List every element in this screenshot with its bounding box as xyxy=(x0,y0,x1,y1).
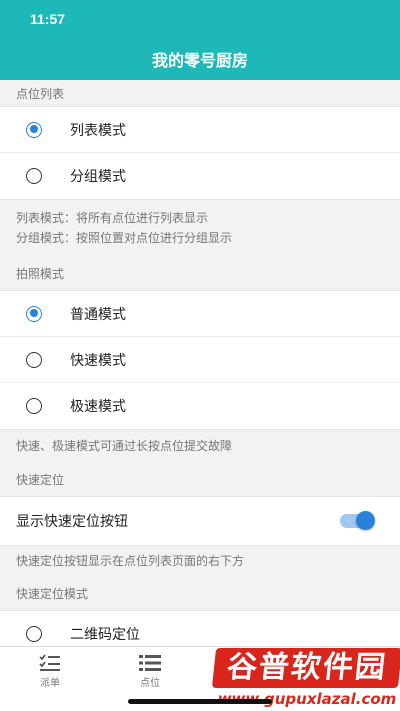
settings-content[interactable]: 点位列表 列表模式 分组模式 列表模式：将所有点位进行列表显示 分组模式：按照位… xyxy=(0,80,400,646)
photo-mode-help: 快速、极速模式可通过长按点位提交故障 xyxy=(16,439,233,453)
quick-locate-options: 显示快速定位按钮 xyxy=(0,496,400,546)
tab-points[interactable]: 点位 xyxy=(100,647,200,697)
section-label-quick-locate: 快速定位 xyxy=(16,472,65,487)
section-label-point-list: 点位列表 xyxy=(16,86,65,101)
help-line: 列表模式：将所有点位进行列表显示 xyxy=(16,211,209,225)
option-label: 普通模式 xyxy=(70,306,126,323)
option-normal-mode[interactable]: 普通模式 xyxy=(0,291,400,337)
quick-locate-toggle[interactable] xyxy=(340,511,375,530)
home-indicator xyxy=(128,699,272,704)
app-header: 11:57 我的零号厨房 xyxy=(0,0,400,80)
option-label: 极速模式 xyxy=(70,399,126,415)
radio-unchecked-icon[interactable] xyxy=(26,626,42,642)
radio-checked-icon[interactable] xyxy=(26,305,42,322)
option-label: 分组模式 xyxy=(70,169,126,185)
tab-label: 派单 xyxy=(40,678,60,689)
section-label-photo-mode: 拍照模式 xyxy=(16,266,65,281)
watermark-title: 谷普软件园 xyxy=(211,648,400,688)
option-group-mode[interactable]: 分组模式 xyxy=(0,153,400,199)
list-icon xyxy=(139,655,161,671)
radio-unchecked-icon[interactable] xyxy=(26,398,42,414)
quick-locate-mode-options: 二维码定位 xyxy=(0,610,400,646)
option-fast-mode[interactable]: 快速模式 xyxy=(0,337,400,383)
page-title: 我的零号厨房 xyxy=(151,51,248,70)
radio-unchecked-icon[interactable] xyxy=(26,351,42,368)
section-label-quick-locate-mode: 快速定位模式 xyxy=(16,586,89,601)
toggle-knob xyxy=(356,511,375,530)
radio-checked-icon[interactable] xyxy=(26,121,42,138)
option-label: 列表模式 xyxy=(70,122,126,139)
checklist-icon xyxy=(39,654,60,671)
point-list-options: 列表模式 分组模式 xyxy=(0,106,400,200)
option-label: 二维码定位 xyxy=(70,627,140,643)
tab-dispatch[interactable]: 派单 xyxy=(0,647,100,697)
switch-label: 显示快速定位按钮 xyxy=(16,514,128,530)
option-list-mode[interactable]: 列表模式 xyxy=(0,107,400,153)
radio-unchecked-icon[interactable] xyxy=(26,168,42,184)
tab-label: 点位 xyxy=(140,678,160,689)
option-label: 快速模式 xyxy=(70,352,126,369)
option-qrcode-locate[interactable]: 二维码定位 xyxy=(0,611,400,646)
quick-locate-toggle-row[interactable]: 显示快速定位按钮 xyxy=(0,497,400,545)
option-extreme-mode[interactable]: 极速模式 xyxy=(0,383,400,429)
status-time: 11:57 xyxy=(30,11,66,27)
quick-locate-help: 快速定位按钮显示在点位列表页面的右下方 xyxy=(16,554,245,568)
help-line: 分组模式：按照位置对点位进行分组显示 xyxy=(16,231,233,245)
photo-mode-options: 普通模式 快速模式 极速模式 xyxy=(0,290,400,430)
point-list-help: 列表模式：将所有点位进行列表显示 分组模式：按照位置对点位进行分组显示 xyxy=(0,200,400,256)
